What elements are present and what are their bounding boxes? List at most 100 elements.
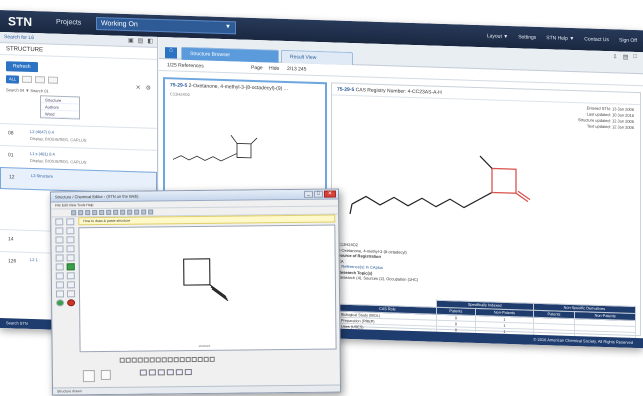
- toolbar-hide[interactable]: Hide: [269, 65, 279, 71]
- link-tool-icon[interactable]: [55, 281, 64, 289]
- link-contact[interactable]: Contact Us: [584, 36, 609, 43]
- element-button[interactable]: [179, 356, 185, 362]
- toolbar-page[interactable]: Page: [251, 65, 263, 71]
- element-button[interactable]: [173, 356, 179, 362]
- query-row-link[interactable]: L3 Structure: [31, 173, 53, 179]
- export-icon[interactable]: ⇩: [613, 53, 618, 60]
- ring-button[interactable]: [175, 369, 183, 376]
- save-icon[interactable]: [85, 210, 91, 216]
- element-button[interactable]: [125, 357, 131, 363]
- query-row-link[interactable]: L2 (4647) 0.4: [30, 129, 54, 135]
- clean-icon[interactable]: [141, 209, 147, 215]
- shape-tool-icon[interactable]: [66, 281, 75, 289]
- element-button[interactable]: [209, 356, 215, 362]
- zoom-in-icon[interactable]: [127, 209, 133, 215]
- red-circle-icon[interactable]: [67, 299, 76, 307]
- ring-button[interactable]: [139, 369, 147, 376]
- element-button[interactable]: [143, 356, 149, 363]
- collapse-icon[interactable]: ◧: [147, 38, 153, 45]
- save-icon[interactable]: ▣: [128, 37, 134, 44]
- element-button[interactable]: [155, 356, 161, 362]
- redo-icon[interactable]: [120, 209, 126, 215]
- element-button[interactable]: [149, 356, 155, 362]
- print-icon[interactable]: ▤: [623, 54, 629, 61]
- editor-drawing-canvas[interactable]: structure: [78, 224, 337, 353]
- lock-tool-icon[interactable]: [55, 263, 64, 271]
- link-help[interactable]: STN Help ▼: [546, 35, 574, 42]
- paste-icon[interactable]: [106, 209, 112, 215]
- element-button[interactable]: [131, 357, 137, 363]
- repeat-tool-icon[interactable]: [66, 290, 76, 298]
- element-button[interactable]: [119, 357, 125, 363]
- filter-option-2[interactable]: [35, 76, 46, 84]
- home-icon[interactable]: ⌂: [165, 47, 177, 59]
- flip-tool-icon[interactable]: [66, 254, 75, 262]
- green-circle-icon[interactable]: [56, 299, 65, 307]
- ring-button[interactable]: [157, 369, 165, 376]
- rotate-tool-icon[interactable]: [55, 254, 64, 262]
- filter-row: ALL: [6, 75, 151, 88]
- query-row-link[interactable]: L1 s (481) 0.4: [30, 151, 55, 157]
- projects-label: Projects: [56, 18, 82, 27]
- new-icon[interactable]: [71, 210, 77, 216]
- element-button[interactable]: [191, 356, 197, 362]
- template-icon[interactable]: [148, 209, 154, 215]
- eraser-tool-icon[interactable]: [55, 227, 64, 235]
- date-text-updated: Text updated: 12 Jan 2006: [586, 123, 634, 130]
- element-button[interactable]: [137, 357, 143, 363]
- query-row-detail: Display, BIOSIS/REG, CAPLUS: [30, 135, 87, 143]
- atom-tool-icon[interactable]: [55, 245, 64, 253]
- minimize-icon[interactable]: _: [303, 190, 314, 198]
- editor-tool-palette: [55, 217, 77, 367]
- close-icon[interactable]: ✕: [323, 190, 337, 198]
- header-links: Layout ▼ Settings STN Help ▼ Contact Us …: [487, 33, 637, 44]
- chain-tool-icon[interactable]: [55, 236, 64, 244]
- element-button[interactable]: [167, 356, 173, 362]
- filter-option-1[interactable]: [22, 75, 33, 84]
- open-icon[interactable]: [78, 210, 84, 216]
- dropdown-option[interactable]: Word: [41, 110, 79, 119]
- link-layout[interactable]: Layout ▼: [487, 33, 508, 40]
- filter-option-3[interactable]: [48, 76, 59, 84]
- element-button[interactable]: [203, 356, 209, 362]
- sidebar-header-icons: ▣ ▤ ◧: [128, 37, 153, 45]
- arrow-tool-icon[interactable]: [66, 272, 75, 280]
- undo-icon[interactable]: [113, 209, 119, 215]
- print-icon[interactable]: ▤: [138, 37, 144, 44]
- element-button[interactable]: [197, 356, 203, 362]
- element-button[interactable]: [185, 356, 191, 362]
- bond-tool-icon[interactable]: [66, 227, 75, 235]
- toolbar-references[interactable]: 1/25 References: [167, 62, 204, 69]
- close-icon[interactable]: ✕: [136, 84, 141, 91]
- toolbar-count: 2/13 245: [287, 66, 307, 73]
- query-row-number: 08: [8, 130, 14, 137]
- ring-button[interactable]: [166, 369, 174, 376]
- ring-button[interactable]: [184, 369, 192, 376]
- ring-button[interactable]: [148, 369, 156, 376]
- canvas-caption: structure: [198, 343, 211, 348]
- result-card-id[interactable]: 75-29-5: [170, 82, 187, 89]
- filter-all-pill[interactable]: ALL: [6, 75, 20, 84]
- element-button[interactable]: [161, 356, 167, 362]
- maximize-icon[interactable]: □: [633, 54, 637, 61]
- text-tool-icon[interactable]: [55, 272, 64, 280]
- cut-icon[interactable]: [92, 210, 98, 216]
- select-tool-icon[interactable]: [55, 218, 64, 226]
- green-tool-icon[interactable]: [66, 263, 75, 271]
- project-selector[interactable]: Working On ▼: [96, 17, 236, 35]
- search-select[interactable]: Search 04 ▼ Search 01: [6, 87, 151, 97]
- query-row-link[interactable]: L2 1: [30, 257, 38, 262]
- footer-left[interactable]: Search STN: [6, 320, 28, 326]
- copy-icon[interactable]: [99, 209, 105, 216]
- lasso-tool-icon[interactable]: [66, 218, 75, 226]
- refresh-button[interactable]: Refresh: [6, 61, 38, 73]
- link-settings[interactable]: Settings: [518, 34, 536, 41]
- ring-tool-icon[interactable]: [66, 236, 75, 244]
- charge-tool-icon[interactable]: [66, 245, 75, 253]
- zoom-out-icon[interactable]: [134, 209, 140, 215]
- settings-icon[interactable]: ⚙: [146, 85, 151, 92]
- variable-tool-icon[interactable]: [55, 290, 65, 298]
- link-signoff[interactable]: Sign Off: [619, 37, 637, 44]
- sidebar-tools: ✕ ⚙: [136, 84, 151, 91]
- maximize-icon[interactable]: □: [313, 190, 324, 198]
